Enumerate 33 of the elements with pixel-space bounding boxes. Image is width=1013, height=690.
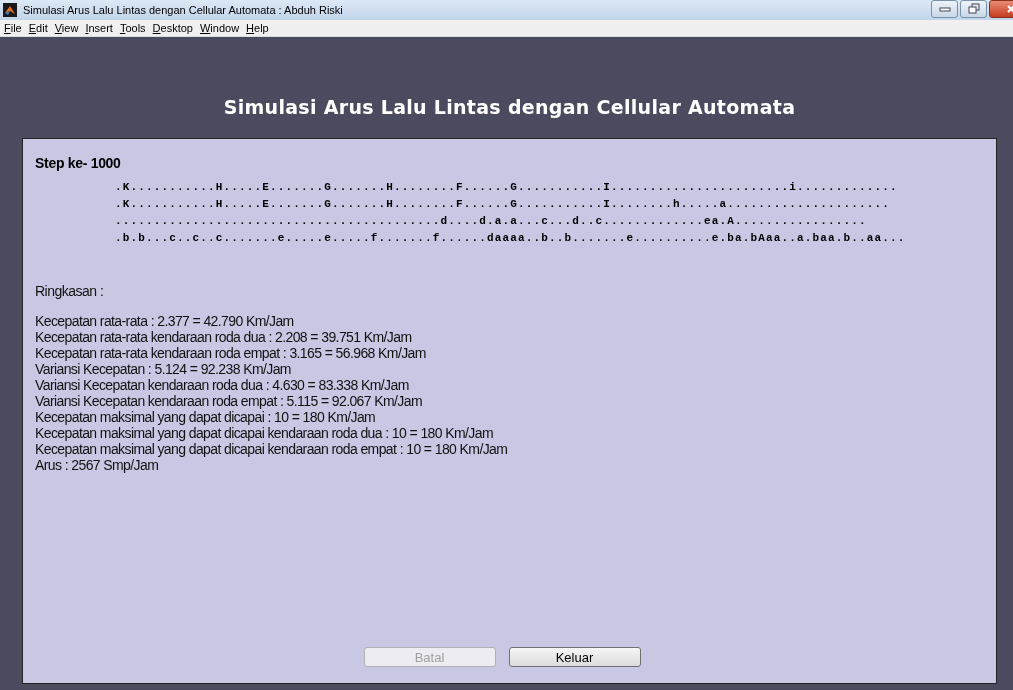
menu-item[interactable]: Help (246, 22, 269, 34)
summary-title: Ringkasan : (35, 283, 105, 299)
menu-item[interactable]: Edit (28, 22, 48, 34)
menu-item[interactable]: View (54, 22, 79, 34)
push-button[interactable]: Keluar (508, 647, 641, 667)
menu-item[interactable]: Desktop (152, 22, 193, 34)
minimize-button[interactable] (931, 0, 958, 18)
summary-line: Variansi Kecepatan kendaraan roda dua : 4.630 = 83.338 Km/Jam (35, 377, 410, 393)
summary-line: Kecepatan rata-rata kendaraan roda empat : 3.165 = 56.968 Km/Jam (35, 345, 427, 361)
lane-text: ..........................................d....d.a.a...c...d..c.............ea.A................. (115, 214, 868, 229)
heading: Simulasi Arus Lalu Lintas dengan Cellular Automata (222, 95, 797, 120)
summary-line: Kecepatan maksimal yang dapat dicapai kendaraan roda empat : 10 = 180 Km/Jam (35, 441, 509, 457)
step-label: Step ke- 1000 (35, 155, 122, 171)
summary-line: Variansi Kecepatan kendaraan roda empat : 5.115 = 92.067 Km/Jam (35, 393, 423, 409)
summary-line: Arus : 2567 Smp/Jam (35, 457, 160, 473)
restore-icon (967, 3, 980, 15)
lane-text: .K...........H.....E.......G.......H........F......G...........I........h.....a..................... (115, 197, 892, 212)
menu-item[interactable]: File (4, 22, 22, 34)
menu-item[interactable]: Tools (119, 22, 146, 34)
close-icon (1006, 4, 1013, 14)
restore-button[interactable] (960, 0, 987, 18)
window-title: Simulasi Arus Lalu Lintas dengan Cellular Automata : Abduh Riski (23, 4, 344, 16)
summary-line: Variansi Kecepatan : 5.124 = 92.238 Km/Jam (35, 361, 292, 377)
app-icon (3, 3, 17, 17)
minimize-icon (938, 5, 951, 13)
menu-item[interactable]: Insert (85, 22, 113, 34)
lane-text: .K...........H.....E.......G.......H........F......G...........I.......................i............. (115, 180, 899, 195)
summary-line: Kecepatan rata-rata kendaraan roda dua : 2.208 = 39.751 Km/Jam (35, 329, 413, 345)
menu-item[interactable]: Window (199, 22, 240, 34)
summary-line: Kecepatan rata-rata : 2.377 = 42.790 Km/Jam (35, 313, 295, 329)
lane-text: .b.b...c..c..c.......e.....e.....f.......f......daaaa..b..b.......e..........e.ba.bAaa..a.baa.b..aa... (115, 231, 907, 246)
summary-line: Kecepatan maksimal yang dapat dicapai : 10 = 180 Km/Jam (35, 409, 377, 425)
summary-line: Kecepatan maksimal yang dapat dicapai kendaraan roda dua : 10 = 180 Km/Jam (35, 425, 494, 441)
